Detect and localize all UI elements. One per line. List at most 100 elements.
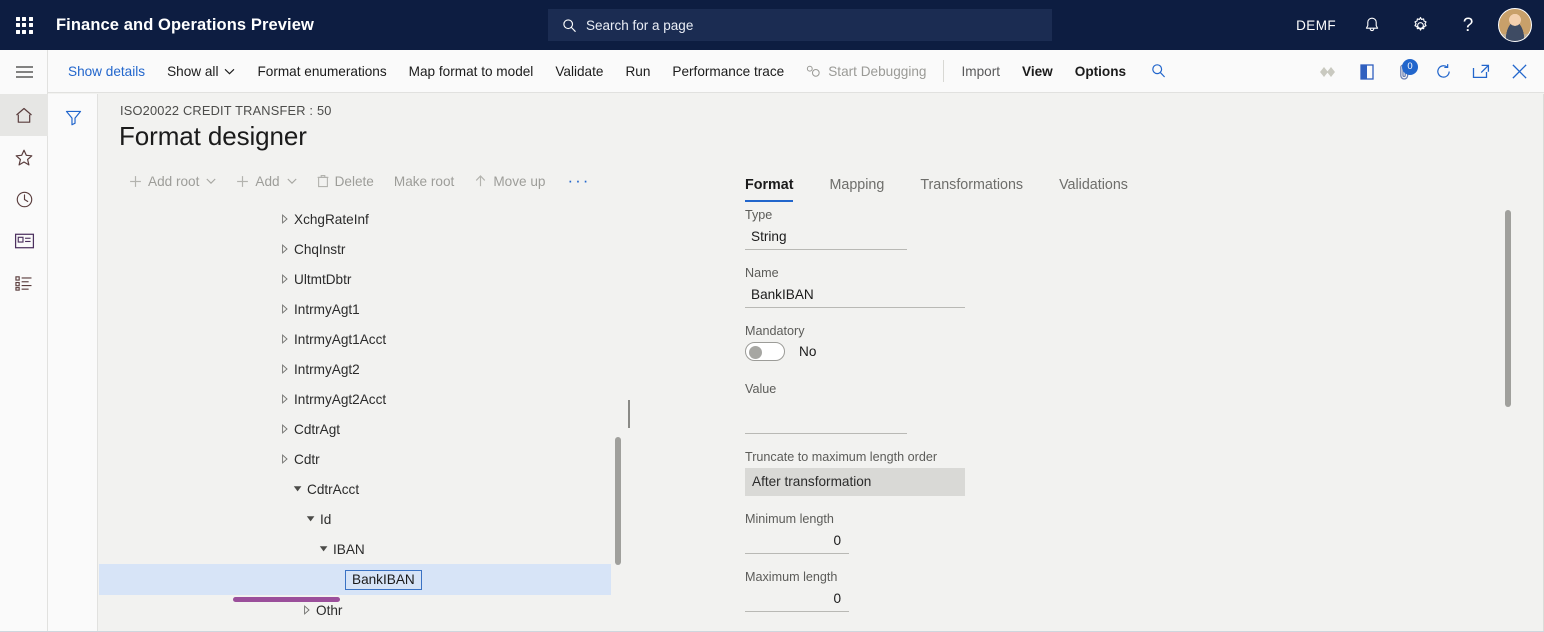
toolbar-overflow-button[interactable]: ··· <box>555 176 602 186</box>
chevron-right-icon[interactable] <box>276 234 294 264</box>
action-performance-trace-label: Performance trace <box>672 64 784 79</box>
action-start-debugging[interactable]: Start Debugging <box>795 50 937 93</box>
sidebar-item-hamburger[interactable] <box>0 50 48 94</box>
chevron-right-icon[interactable] <box>276 294 294 324</box>
field-name-input[interactable]: BankIBAN <box>745 284 965 308</box>
top-right-actions: DEMF ? <box>1284 0 1544 50</box>
field-type-input[interactable]: String <box>745 226 907 250</box>
sidebar-item-workspaces[interactable] <box>0 220 48 262</box>
action-options[interactable]: Options <box>1064 50 1137 93</box>
refresh-button[interactable] <box>1424 50 1462 93</box>
chevron-right-icon[interactable] <box>276 414 294 444</box>
tree-node[interactable]: IBAN <box>99 534 627 564</box>
tree-node[interactable]: Othr <box>99 595 627 625</box>
action-import[interactable]: Import <box>950 50 1011 93</box>
move-up-button[interactable]: Move up <box>464 166 555 196</box>
refresh-icon <box>1435 63 1452 80</box>
tree-toolbar: Add root Add Delete Make root <box>119 166 602 196</box>
add-button[interactable]: Add <box>226 166 306 196</box>
tree-node-spacer <box>312 565 345 595</box>
attachments-button[interactable]: 0 <box>1386 50 1424 93</box>
chevron-down-icon[interactable] <box>315 534 333 564</box>
tab-validations[interactable]: Validations <box>1041 177 1146 202</box>
gear-icon <box>1411 16 1430 35</box>
tree-node[interactable]: CdtrAcct <box>99 474 627 504</box>
share-button[interactable] <box>1310 50 1348 93</box>
field-truncate: Truncate to maximum length order After t… <box>745 450 1145 496</box>
action-view[interactable]: View <box>1011 50 1064 93</box>
field-name: Name BankIBAN <box>745 266 1145 308</box>
tab-transformations[interactable]: Transformations <box>902 177 1041 202</box>
tree-node[interactable]: IntrmyAgt1 <box>99 294 627 324</box>
star-icon <box>14 148 34 167</box>
delete-label: Delete <box>335 174 374 189</box>
tree-node[interactable]: CdtrAgt <box>99 414 627 444</box>
global-search-input[interactable]: Search for a page <box>548 9 1052 41</box>
company-selector[interactable]: DEMF <box>1284 0 1348 50</box>
tree-node-selected[interactable]: BankIBAN <box>99 564 611 595</box>
action-performance-trace[interactable]: Performance trace <box>661 50 795 93</box>
tab-mapping-label: Mapping <box>829 177 884 193</box>
tab-mapping[interactable]: Mapping <box>811 177 902 202</box>
action-show-details-label: Show details <box>68 64 145 79</box>
tree-node[interactable]: IntrmyAgt2 <box>99 354 627 384</box>
chevron-down-icon[interactable] <box>289 474 307 504</box>
action-run[interactable]: Run <box>614 50 661 93</box>
tab-format[interactable]: Format <box>739 177 811 202</box>
action-show-all[interactable]: Show all <box>156 50 246 93</box>
chevron-right-icon[interactable] <box>276 444 294 474</box>
make-root-button[interactable]: Make root <box>384 166 464 196</box>
tree-node[interactable]: UltmtDbtr <box>99 264 627 294</box>
app-launcher-button[interactable] <box>0 0 48 50</box>
attachment-count-badge: 0 <box>1402 59 1418 75</box>
detail-pane-scrollbar[interactable] <box>1505 210 1511 407</box>
action-pane-search-button[interactable] <box>1137 50 1181 93</box>
add-root-button[interactable]: Add root <box>119 166 226 196</box>
sidebar-item-home[interactable] <box>0 94 48 136</box>
navigation-rail <box>0 50 48 632</box>
chevron-right-icon[interactable] <box>276 264 294 294</box>
top-navigation-bar: Finance and Operations Preview Search fo… <box>0 0 1544 50</box>
field-truncate-select[interactable]: After transformation <box>745 468 965 496</box>
pane-splitter[interactable] <box>628 400 634 414</box>
chevron-right-icon[interactable] <box>276 354 294 384</box>
popout-button[interactable] <box>1462 50 1500 93</box>
chevron-right-icon[interactable] <box>276 324 294 354</box>
open-in-office-button[interactable] <box>1348 50 1386 93</box>
action-validate[interactable]: Validate <box>544 50 614 93</box>
search-icon <box>562 18 577 33</box>
tree-scrollbar[interactable] <box>615 437 621 565</box>
mandatory-toggle[interactable] <box>745 342 785 361</box>
sidebar-item-favorites[interactable] <box>0 136 48 178</box>
tree-node[interactable]: IntrmyAgt2Acct <box>99 384 627 414</box>
settings-button[interactable] <box>1396 0 1444 50</box>
field-maximum-length-label: Maximum length <box>745 570 1145 584</box>
notifications-button[interactable] <box>1348 0 1396 50</box>
action-show-details[interactable]: Show details <box>48 50 156 93</box>
field-maximum-length-input[interactable]: 0 <box>745 588 849 612</box>
delete-button[interactable]: Delete <box>307 166 384 196</box>
sidebar-item-recent[interactable] <box>0 178 48 220</box>
add-root-label: Add root <box>148 174 199 189</box>
field-value-input[interactable] <box>745 413 907 434</box>
user-avatar[interactable] <box>1498 8 1532 42</box>
tree-node[interactable]: Cdtr <box>99 444 627 474</box>
close-button[interactable] <box>1500 50 1538 93</box>
move-up-label: Move up <box>493 174 545 189</box>
tree-node[interactable]: XchgRateInf <box>99 204 627 234</box>
field-truncate-label: Truncate to maximum length order <box>745 450 1145 464</box>
tree-node[interactable]: Id <box>99 504 627 534</box>
chevron-down-icon[interactable] <box>302 504 320 534</box>
chevron-right-icon[interactable] <box>276 384 294 414</box>
tree-node[interactable]: ChqInstr <box>99 234 627 264</box>
action-map-format-to-model[interactable]: Map format to model <box>398 50 545 93</box>
help-button[interactable]: ? <box>1444 0 1492 50</box>
sidebar-item-modules[interactable] <box>0 262 48 304</box>
action-format-enumerations[interactable]: Format enumerations <box>246 50 397 93</box>
field-minimum-length-input[interactable]: 0 <box>745 530 849 554</box>
tree-node[interactable]: IntrmyAgt1Acct <box>99 324 627 354</box>
open-in-office-icon <box>1359 63 1375 81</box>
action-view-label: View <box>1022 64 1053 79</box>
filter-button[interactable] <box>48 94 98 140</box>
chevron-right-icon[interactable] <box>276 204 294 234</box>
